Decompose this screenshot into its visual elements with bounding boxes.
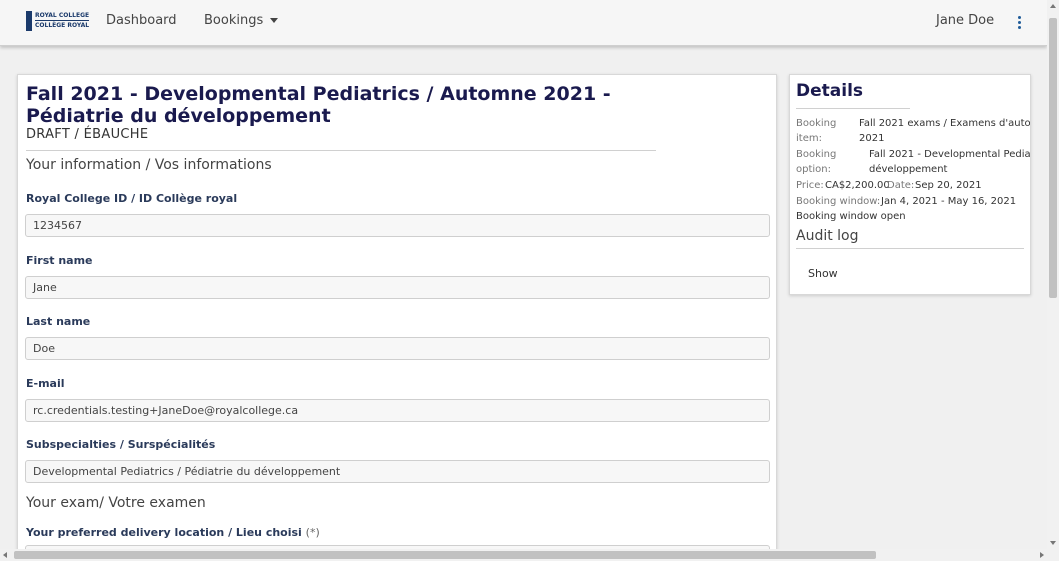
- chevron-down-icon: [270, 18, 279, 23]
- subspecialties-field[interactable]: Developmental Pediatrics / Pédiatrie du …: [25, 460, 770, 483]
- booking-item-label: Booking item:: [796, 118, 837, 144]
- last-name-label: Last name: [26, 315, 91, 328]
- divider: [796, 108, 910, 109]
- email-label: E-mail: [26, 377, 65, 390]
- booking-window-value: Jan 4, 2021 - May 16, 2021: [881, 196, 1017, 207]
- subspecialties-label: Subspecialties / Surspécialités: [26, 438, 216, 451]
- booking-option-label: Booking option:: [796, 149, 837, 175]
- royal-college-logo[interactable]: ROYAL COLLEGE COLLÈGE ROYAL: [26, 9, 90, 33]
- more-vert-icon[interactable]: [1016, 15, 1024, 31]
- nav-bookings[interactable]: Bookings: [204, 13, 279, 28]
- user-menu[interactable]: Jane Doe: [936, 13, 994, 28]
- vertical-scrollbar[interactable]: [1047, 0, 1059, 549]
- first-name-label: First name: [26, 254, 93, 267]
- nav-bookings-label: Bookings: [204, 13, 264, 28]
- delivery-location-label-text: Your preferred delivery location / Lieu …: [26, 526, 302, 539]
- booking-option-value-line2: développement: [869, 164, 948, 175]
- details-card: Details Booking item: Fall 2021 exams / …: [789, 74, 1031, 295]
- divider: [796, 248, 1024, 249]
- booking-window-label: Booking window:: [796, 196, 881, 207]
- audit-log-title: Audit log: [796, 228, 859, 244]
- delivery-location-label: Your preferred delivery location / Lieu …: [26, 526, 320, 539]
- details-title: Details: [796, 81, 864, 101]
- section-your-information: Your information / Vos informations: [26, 157, 272, 173]
- first-name-field[interactable]: Jane: [25, 276, 770, 299]
- scroll-left-icon[interactable]: [3, 552, 7, 558]
- scroll-up-icon[interactable]: [1050, 4, 1056, 8]
- booking-form-card: Fall 2021 - Developmental Pediatrics / A…: [17, 74, 777, 554]
- price-label: Price:: [796, 180, 824, 191]
- status-badge: DRAFT / ÉBAUCHE: [26, 127, 149, 142]
- audit-log-show-button[interactable]: Show: [808, 267, 838, 280]
- last-name-field[interactable]: Doe: [25, 337, 770, 360]
- logo-mark-icon: [26, 11, 32, 31]
- booking-item-value-line2: 2021: [859, 133, 885, 144]
- price-value: CA$2,200.00: [825, 180, 890, 191]
- rcid-field[interactable]: 1234567: [25, 214, 770, 237]
- divider: [26, 150, 656, 151]
- email-field[interactable]: rc.credentials.testing+JaneDoe@royalcoll…: [25, 399, 770, 422]
- page-title: Fall 2021 - Developmental Pediatrics / A…: [26, 83, 611, 127]
- date-value: Sep 20, 2021: [915, 180, 982, 191]
- date-label: Date:: [887, 180, 915, 191]
- booking-option-value-line1: Fall 2021 - Developmental Pediatrics /: [869, 149, 1031, 160]
- logo-text-fr: COLLÈGE ROYAL: [35, 20, 90, 29]
- horizontal-scrollbar[interactable]: [0, 549, 1059, 561]
- scroll-right-icon[interactable]: [1040, 552, 1044, 558]
- logo-text-en: ROYAL COLLEGE: [35, 12, 90, 19]
- section-your-exam: Your exam/ Votre examen: [26, 495, 206, 511]
- required-mark: (*): [305, 526, 320, 539]
- top-navbar: ROYAL COLLEGE COLLÈGE ROYAL Dashboard Bo…: [0, 0, 1047, 46]
- vertical-scroll-thumb[interactable]: [1049, 18, 1057, 298]
- rcid-label: Royal College ID / ID Collège royal: [26, 192, 238, 205]
- nav-dashboard[interactable]: Dashboard: [106, 13, 177, 28]
- booking-window-status: Booking window open: [796, 211, 906, 222]
- booking-item-value-line1: Fall 2021 exams / Examens d'automne: [859, 118, 1031, 129]
- scroll-down-icon[interactable]: [1050, 541, 1056, 545]
- horizontal-scroll-thumb[interactable]: [14, 551, 876, 559]
